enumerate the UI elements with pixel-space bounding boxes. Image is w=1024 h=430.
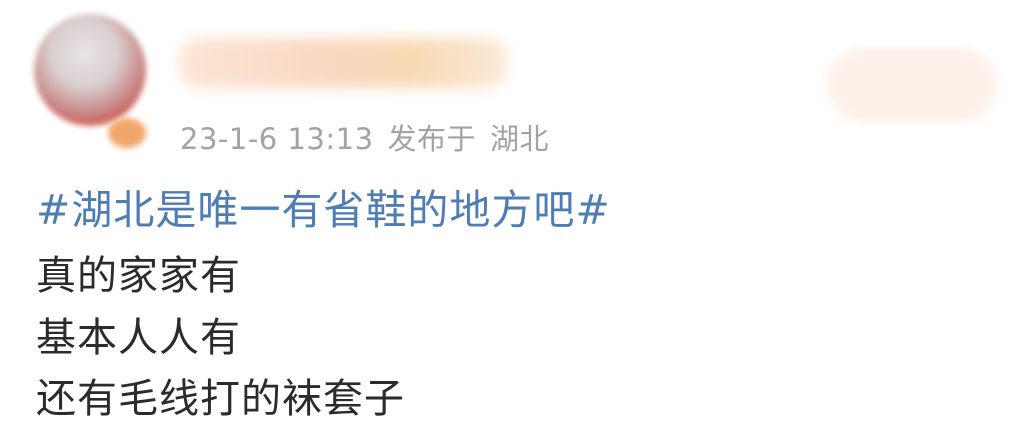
username-blurred[interactable]: [178, 38, 508, 88]
published-label: 发布于: [387, 122, 477, 156]
hashtag-link[interactable]: #湖北是唯一有省鞋的地方吧#: [36, 176, 611, 236]
verified-badge-icon: [108, 118, 146, 148]
post-meta: 23-1-6 13:13 发布于 湖北: [180, 116, 563, 158]
post-text-line: 基本人人有: [36, 315, 241, 361]
post-date: 23-1-6 13:13: [180, 122, 374, 156]
follow-button[interactable]: [828, 48, 996, 122]
post-location: 湖北: [490, 122, 550, 156]
post-text-line: 真的家家有: [36, 253, 241, 299]
avatar[interactable]: [34, 14, 146, 126]
post-text-line: 还有毛线打的袜套子: [36, 376, 405, 422]
